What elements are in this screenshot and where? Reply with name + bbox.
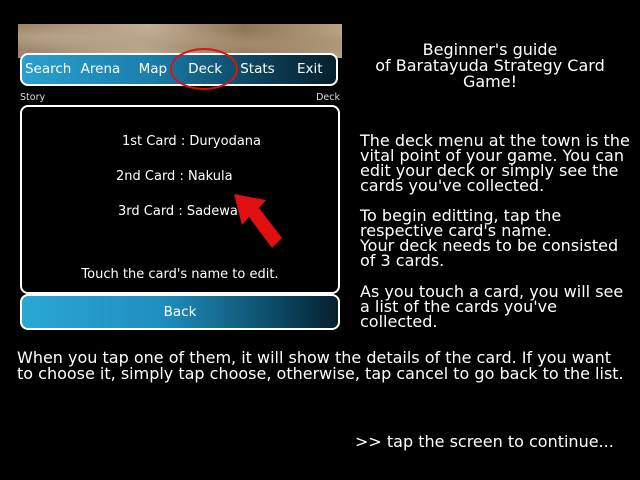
edit-hint: Touch the card's name to edit.: [81, 267, 279, 282]
deck-highlight-circle: [170, 48, 238, 90]
guide-paragraph-2b: Your deck needs to be consisted of 3 car…: [360, 236, 619, 270]
guide-title: Beginner's guide of Baratayuda Strategy …: [360, 42, 620, 90]
guide-title-line3: Game!: [462, 72, 518, 91]
menu-item-search[interactable]: Search: [22, 54, 74, 85]
guide-paragraph-1: The deck menu at the town is the vital p…: [360, 131, 630, 195]
guide-paragraph-2: To begin editting, tap the respective ca…: [360, 206, 635, 270]
menu-item-exit[interactable]: Exit: [284, 54, 336, 85]
back-button[interactable]: Back: [20, 294, 340, 330]
continue-prompt[interactable]: >> tap the screen to continue...: [355, 432, 625, 451]
deck-panel: 1st Card : Duryodana 2nd Card : Nakula 3…: [20, 105, 340, 294]
guide-paragraph-2a: To begin editting, tap the respective ca…: [360, 206, 562, 240]
menu-item-arena[interactable]: Arena: [74, 54, 126, 85]
menu-item-stats[interactable]: Stats: [231, 54, 283, 85]
subheader-story: Story: [20, 92, 46, 103]
subheader-deck: Deck: [316, 92, 340, 103]
game-screen: Search Arena Map Deck Stats Exit Story D…: [18, 24, 342, 330]
guide-bottom-text: When you tap one of them, it will show t…: [17, 348, 624, 383]
card-slot-1[interactable]: 1st Card : Duryodana: [122, 134, 261, 149]
red-arrow-icon: [234, 194, 282, 248]
card-slot-3[interactable]: 3rd Card : Sadewa: [118, 204, 238, 219]
card-slot-2[interactable]: 2nd Card : Nakula: [116, 169, 233, 184]
guide-paragraph-3: As you touch a card, you will see a list…: [360, 282, 624, 331]
sub-header: Story Deck: [20, 92, 340, 104]
